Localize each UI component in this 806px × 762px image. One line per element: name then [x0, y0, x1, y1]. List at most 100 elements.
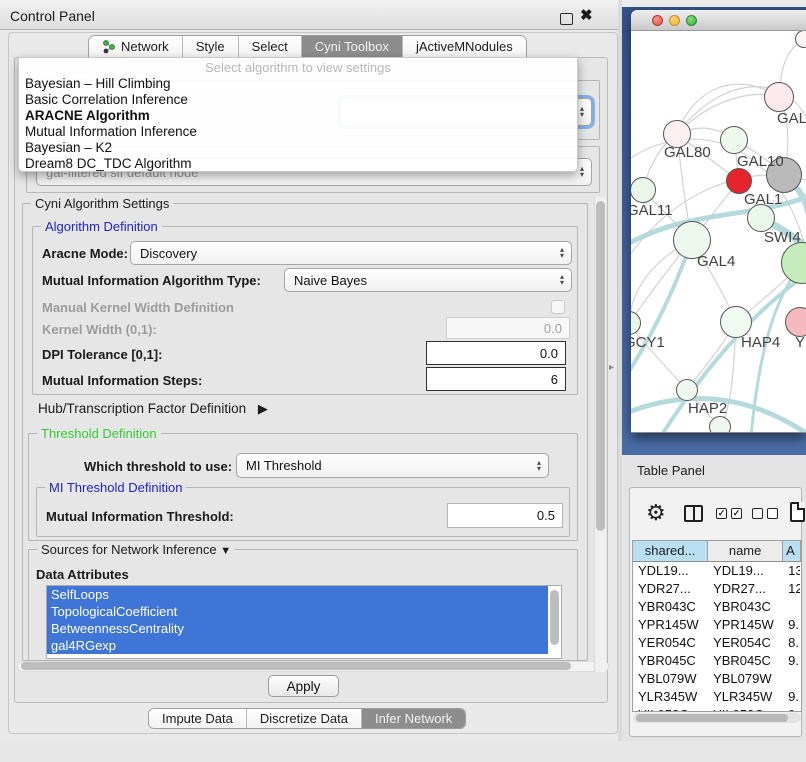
- data-attributes-list: SelfLoops TopologicalCoefficient Between…: [46, 585, 562, 659]
- table-cell: 9.: [783, 616, 801, 634]
- network-node[interactable]: [720, 126, 748, 154]
- dpi-tolerance-field[interactable]: 0.0: [426, 341, 566, 365]
- mi-type-combobox[interactable]: Naive Bayes ▴▾: [284, 268, 572, 292]
- algorithm-option[interactable]: Bayesian – Hill Climbing: [19, 76, 577, 92]
- tab-label: jActiveMNodules: [416, 39, 513, 54]
- table-cell: YIL052C: [708, 706, 783, 712]
- close-traffic-light[interactable]: [652, 15, 663, 26]
- table-row[interactable]: YPR145WYPR145W9.: [633, 616, 801, 634]
- sources-title-text: Sources for Network Inference: [41, 542, 217, 557]
- network-node[interactable]: [764, 82, 794, 112]
- node-label: GAL80: [664, 144, 711, 161]
- attribute-item-selected[interactable]: gal4RGexp: [47, 637, 548, 654]
- table-cell: YPR145W: [633, 616, 708, 634]
- table-cell: [783, 670, 801, 688]
- tab-jactivemnodules[interactable]: jActiveMNodules: [403, 36, 526, 57]
- settings-vertical-scrollbar-thumb[interactable]: [596, 201, 605, 531]
- attribute-item-selected[interactable]: TopologicalCoefficient: [47, 603, 548, 620]
- unchecked-checkbox-icon[interactable]: [767, 508, 778, 519]
- tab-discretize-data[interactable]: Discretize Data: [247, 709, 362, 728]
- network-canvas[interactable]: GALGAL80GAL10GAL1GAL11SWI4GAL4GCY1HAP4YH…: [631, 31, 806, 432]
- node-label: GAL4: [697, 253, 735, 270]
- node-label: GAL10: [737, 153, 784, 170]
- tab-cyni-toolbox[interactable]: Cyni Toolbox: [302, 36, 403, 57]
- table-cell: YBL079W: [633, 670, 708, 688]
- hub-section-toggle[interactable]: Hub/Transcription Factor Definition ▶: [38, 401, 268, 417]
- aracne-mode-combobox[interactable]: Discovery ▴▾: [130, 241, 572, 265]
- column-header-name[interactable]: name: [708, 541, 783, 561]
- splitter-handle-icon[interactable]: ▸: [609, 362, 614, 373]
- algorithm-option[interactable]: Basic Correlation Inference: [19, 92, 577, 108]
- cyni-bottom-tabs: Impute Data Discretize Data Infer Networ…: [148, 708, 466, 729]
- expanded-arrow-icon: ▼: [220, 545, 231, 557]
- apply-button[interactable]: Apply: [268, 675, 339, 697]
- tab-label: Infer Network: [375, 711, 452, 726]
- table-row[interactable]: YDR27...YDR27...12: [633, 580, 801, 598]
- table-row[interactable]: YBL079WYBL079W: [633, 670, 801, 688]
- attribute-item-selected[interactable]: BetweennessCentrality: [47, 620, 548, 637]
- checked-checkbox-icon[interactable]: ✓: [731, 508, 742, 519]
- table-cell: YER054C: [633, 634, 708, 652]
- table-horizontal-scrollbar-thumb[interactable]: [636, 714, 788, 722]
- tab-impute-data[interactable]: Impute Data: [149, 709, 247, 728]
- checked-checkbox-icon[interactable]: ✓: [716, 508, 727, 519]
- mi-steps-field[interactable]: 6: [426, 367, 566, 391]
- zoom-traffic-light[interactable]: [686, 15, 697, 26]
- tab-network[interactable]: Network: [89, 36, 183, 57]
- algorithm-option[interactable]: Bayesian – K2: [19, 140, 577, 156]
- aracne-mode-value: Discovery: [140, 246, 197, 261]
- settings-horizontal-scrollbar-thumb[interactable]: [21, 662, 571, 670]
- table-row[interactable]: YBR045CYBR045C9.: [633, 652, 801, 670]
- column-layout-icon[interactable]: [684, 505, 703, 522]
- table-row[interactable]: YDL19...YDL19...13: [633, 562, 801, 580]
- tab-label: Impute Data: [162, 711, 233, 726]
- table-cell: 9.: [783, 652, 801, 670]
- mi-steps-label: Mutual Information Steps:: [42, 373, 202, 388]
- network-node[interactable]: [631, 177, 656, 203]
- column-header-shared-name[interactable]: shared...: [633, 541, 708, 561]
- table-row[interactable]: YER054CYER054C8.: [633, 634, 801, 652]
- table-row[interactable]: YIL052CYIL052C9: [633, 706, 801, 712]
- table-cell: YBR043C: [633, 598, 708, 616]
- network-node[interactable]: [676, 379, 698, 401]
- table-cell: 8.: [783, 634, 801, 652]
- tab-select[interactable]: Select: [239, 36, 302, 57]
- kernel-width-field[interactable]: 0.0: [446, 317, 570, 339]
- minimize-traffic-light[interactable]: [669, 15, 680, 26]
- tab-style[interactable]: Style: [183, 36, 239, 57]
- manual-kernel-label: Manual Kernel Width Definition: [42, 300, 234, 315]
- unchecked-checkbox-icon[interactable]: [752, 508, 763, 519]
- mi-threshold-label: Mutual Information Threshold:: [46, 509, 234, 524]
- table-cell: 9.: [783, 688, 801, 706]
- file-export-icon[interactable]: [790, 502, 805, 522]
- node-label: SWI4: [764, 229, 801, 246]
- tab-infer-network[interactable]: Infer Network: [362, 709, 465, 728]
- which-threshold-combobox[interactable]: MI Threshold ▴▾: [236, 453, 549, 478]
- table-cell: YDL19...: [708, 562, 783, 580]
- table-cell: YIL052C: [633, 706, 708, 712]
- attribute-item-selected[interactable]: SelfLoops: [47, 586, 548, 603]
- network-node[interactable]: [709, 416, 731, 432]
- table-settings-gear-icon[interactable]: ⚙: [646, 500, 666, 526]
- node-label: Y: [795, 334, 805, 351]
- mi-threshold-field[interactable]: 0.5: [447, 503, 563, 528]
- table-row[interactable]: YLR345WYLR345W9.: [633, 688, 801, 706]
- manual-kernel-checkbox[interactable]: [551, 300, 565, 314]
- algorithm-option[interactable]: Mutual Information Inference: [19, 124, 577, 140]
- node-label: HAP4: [741, 334, 780, 351]
- table-cell: YDR27...: [708, 580, 783, 598]
- close-panel-icon[interactable]: ✖: [580, 6, 593, 24]
- table-row[interactable]: YBR043CYBR043C: [633, 598, 801, 616]
- network-node[interactable]: [747, 204, 775, 232]
- sources-group-title[interactable]: Sources for Network Inference ▼: [37, 542, 235, 557]
- column-header-clipped[interactable]: A: [783, 541, 801, 561]
- combo-arrows-icon: ▴▾: [560, 247, 564, 259]
- attributes-vertical-scrollbar[interactable]: [550, 590, 559, 645]
- collapsed-arrow-icon: ▶: [258, 401, 268, 417]
- table-cell: YDL19...: [633, 562, 708, 580]
- table-cell: 9: [783, 706, 801, 712]
- algorithm-option-selected[interactable]: ARACNE Algorithm: [19, 108, 577, 124]
- screen: Control Panel ✖ ▸ Network Style Select C…: [0, 0, 806, 762]
- algorithm-option[interactable]: Dream8 DC_TDC Algorithm: [19, 156, 577, 172]
- float-panel-icon[interactable]: [560, 13, 573, 25]
